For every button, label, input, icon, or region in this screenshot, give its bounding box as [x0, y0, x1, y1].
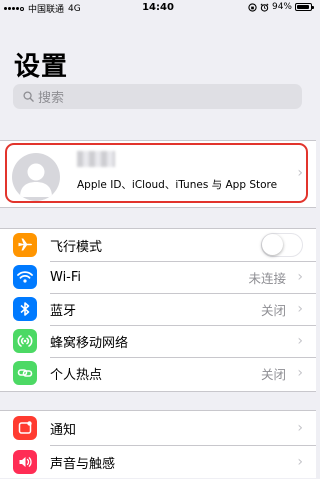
- chevron-right-icon: ›: [297, 165, 303, 181]
- connectivity-group: 飞行模式 Wi-Fi 未连接 › 蓝牙 关闭 › 蜂窝移动网络 › 个人热点 关…: [0, 228, 316, 392]
- search-input[interactable]: 搜索: [13, 84, 302, 109]
- orientation-lock-icon: [248, 2, 257, 12]
- page-title: 设置: [14, 52, 69, 82]
- search-icon: [23, 91, 34, 102]
- notifications-icon: [13, 416, 37, 440]
- row-label: Wi-Fi: [50, 269, 82, 285]
- wifi-row[interactable]: Wi-Fi 未连接 ›: [0, 261, 316, 293]
- alarm-icon: [260, 3, 269, 12]
- cellular-row[interactable]: 蜂窝移动网络 ›: [0, 325, 316, 357]
- avatar: [12, 153, 60, 201]
- hotspot-status: 关闭: [260, 366, 286, 382]
- sounds-haptics-row[interactable]: 声音与触感 ›: [0, 445, 316, 479]
- notifications-row[interactable]: 通知 ›: [0, 411, 316, 445]
- bluetooth-row[interactable]: 蓝牙 关闭 ›: [0, 293, 316, 325]
- row-label: 个人热点: [50, 367, 103, 383]
- status-right: 94%: [248, 2, 314, 12]
- chevron-right-icon: ›: [297, 420, 303, 436]
- row-label: 声音与触感: [50, 456, 116, 472]
- bluetooth-icon: [13, 297, 37, 321]
- airplane-icon: [13, 233, 37, 257]
- airplane-mode-row[interactable]: 飞行模式: [0, 229, 316, 261]
- apple-id-row[interactable]: Apple ID、iCloud、iTunes 与 App Store ›: [0, 140, 316, 208]
- airplane-mode-toggle[interactable]: [261, 233, 303, 257]
- chevron-right-icon: ›: [297, 333, 303, 349]
- bluetooth-status: 关闭: [260, 302, 286, 318]
- row-label: 蜂窝移动网络: [50, 335, 129, 351]
- hotspot-icon: [13, 361, 37, 385]
- chevron-right-icon: ›: [297, 454, 303, 470]
- profile-name-blurred: [77, 151, 115, 167]
- cellular-icon: [13, 329, 37, 353]
- wifi-status: 未连接: [248, 270, 286, 286]
- row-label: 通知: [50, 422, 77, 438]
- row-label: 飞行模式: [50, 239, 103, 255]
- sounds-icon: [13, 450, 37, 474]
- personal-hotspot-row[interactable]: 个人热点 关闭 ›: [0, 357, 316, 389]
- chevron-right-icon: ›: [297, 301, 303, 317]
- default-avatar-icon: [20, 163, 52, 197]
- profile-subtitle: Apple ID、iCloud、iTunes 与 App Store: [77, 179, 278, 191]
- row-label: 蓝牙: [50, 303, 77, 319]
- battery-icon: [295, 3, 314, 11]
- chevron-right-icon: ›: [297, 269, 303, 285]
- notifications-group: 通知 › 声音与触感 ›: [0, 410, 316, 478]
- status-bar: 中国联通 4G 14:40 94%: [0, 0, 316, 16]
- wifi-icon: [13, 265, 37, 289]
- battery-percentage: 94%: [271, 2, 292, 12]
- search-placeholder: 搜索: [38, 91, 65, 106]
- chevron-right-icon: ›: [297, 365, 303, 381]
